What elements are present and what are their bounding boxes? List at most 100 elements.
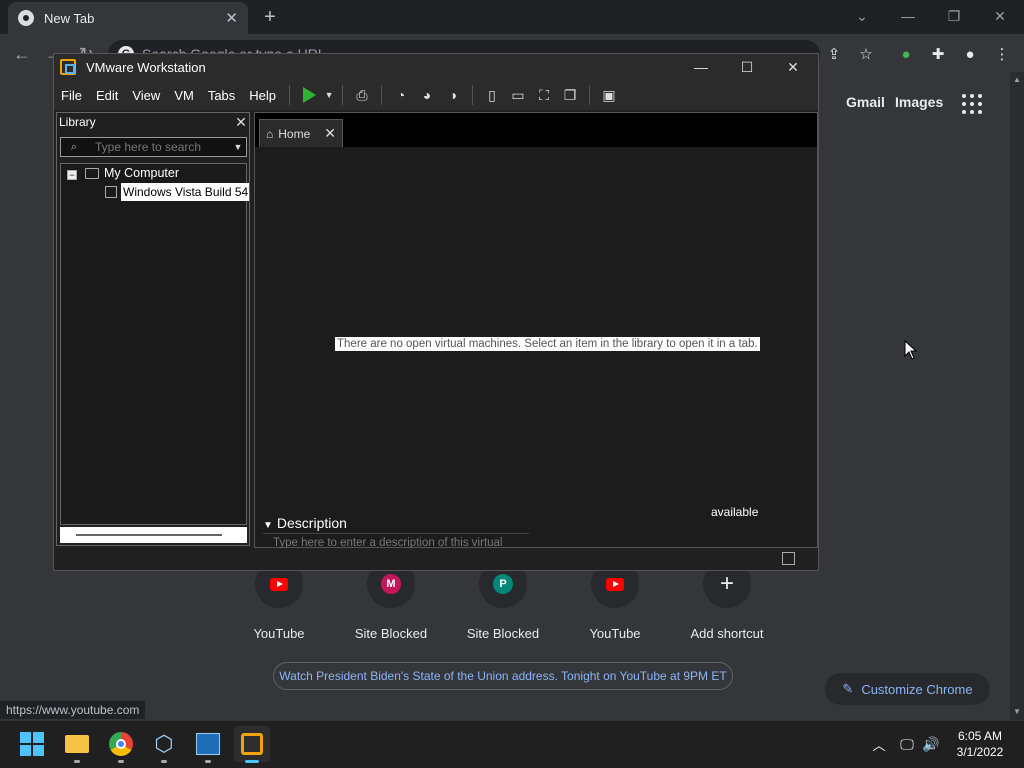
letter-m-icon: M — [381, 574, 401, 594]
tab-home[interactable]: ⌂ Home ✕ — [259, 119, 343, 147]
new-tab-plus-icon[interactable]: + — [258, 5, 282, 29]
thumbnail-bar-icon[interactable]: ▭ — [505, 83, 531, 107]
restore-icon[interactable]: ❐ — [934, 4, 974, 28]
vmware-close-icon[interactable]: ✕ — [770, 54, 816, 80]
show-library-icon[interactable]: ▯ — [479, 83, 505, 107]
shortcut-label: Add shortcut — [690, 626, 764, 641]
tray-clock[interactable]: 6:05 AM 3/1/2022 — [942, 728, 1018, 760]
vmware-window: VMware Workstation — ☐ ✕ File Edit View … — [53, 53, 819, 571]
taskbar-chrome[interactable] — [103, 726, 139, 763]
menu-view[interactable]: View — [125, 88, 167, 103]
shortcut-youtube-2[interactable]: YouTube — [559, 560, 671, 641]
promo-link[interactable]: Watch President Biden's State of the Uni… — [273, 662, 733, 690]
chrome-menu-kebab-icon[interactable]: ⋮ — [990, 42, 1014, 66]
share-icon[interactable]: ⇪ — [822, 42, 846, 66]
page-scrollbar[interactable] — [1010, 72, 1024, 720]
google-apps-grid-icon[interactable] — [962, 94, 982, 114]
power-on-play-icon[interactable] — [296, 83, 322, 107]
revert-snapshot-icon[interactable]: ◕ — [414, 83, 440, 107]
shortcut-youtube[interactable]: YouTube — [223, 560, 335, 641]
toolbar-separator — [289, 85, 291, 105]
scrollbar-thumb[interactable] — [76, 534, 222, 536]
home-icon: ⌂ — [266, 126, 274, 141]
youtube-icon — [270, 577, 288, 591]
start-button[interactable] — [14, 726, 50, 762]
message-log-icon[interactable] — [782, 552, 795, 565]
snapshot-manager-icon[interactable]: ◑ — [440, 83, 466, 107]
expand-triangle-icon: ▼ — [263, 520, 273, 531]
images-link[interactable]: Images — [895, 94, 943, 110]
vista-window-icon — [196, 733, 220, 755]
library-close-icon[interactable]: ✕ — [233, 113, 249, 131]
description-title: Description — [276, 515, 347, 531]
console-view-icon[interactable]: ▣ — [596, 83, 622, 107]
menu-tabs[interactable]: Tabs — [201, 88, 242, 103]
shortcut-site-blocked-p[interactable]: P Site Blocked — [447, 560, 559, 641]
volume-icon[interactable]: 🔊 — [921, 734, 941, 754]
toolbar-separator — [589, 85, 591, 105]
tree-collapse-icon[interactable]: − — [67, 170, 77, 180]
vmware-title: VMware Workstation — [86, 59, 206, 75]
mouse-cursor-icon — [904, 340, 918, 360]
library-horizontal-scrollbar[interactable] — [60, 527, 247, 543]
tree-item-my-computer[interactable]: My Computer — [104, 166, 179, 180]
shortcut-label: YouTube — [589, 626, 641, 641]
vmware-taskbar-icon — [241, 733, 263, 755]
gmail-link[interactable]: Gmail — [846, 94, 885, 110]
back-arrow-icon[interactable]: ← — [10, 42, 34, 66]
taskbar-vista-app[interactable] — [190, 726, 226, 763]
library-search-input[interactable]: Type here to search — [60, 137, 247, 157]
taskbar-file-explorer[interactable] — [59, 726, 95, 763]
snapshot-icon[interactable]: ◔ — [388, 83, 414, 107]
scroll-down-icon[interactable]: ▼ — [1010, 704, 1024, 718]
profile-avatar-icon[interactable]: ● — [958, 42, 982, 66]
menu-help[interactable]: Help — [242, 88, 283, 103]
scroll-up-icon[interactable]: ▲ — [1010, 72, 1024, 86]
clock-date: 3/1/2022 — [956, 745, 1004, 759]
menu-edit[interactable]: Edit — [89, 88, 125, 103]
send-ctrl-alt-del-icon[interactable]: ⎙ — [349, 83, 375, 107]
tab-title: New Tab — [44, 10, 95, 26]
unity-icon[interactable]: ❐ — [557, 83, 583, 107]
shortcut-label: Site Blocked — [354, 626, 428, 641]
vmware-tab-bar: ⌂ Home ✕ — [255, 113, 817, 147]
running-indicator — [161, 760, 167, 763]
tab-close-icon[interactable]: ✕ — [225, 9, 238, 27]
menu-file[interactable]: File — [54, 88, 89, 103]
minimize-icon[interactable]: — — [888, 4, 928, 28]
network-icon[interactable]: 🖵 — [897, 734, 917, 754]
extension-circle-icon[interactable]: ● — [894, 42, 918, 66]
search-icon: ⌕ — [70, 140, 78, 153]
close-window-icon[interactable]: ✕ — [980, 4, 1020, 28]
taskbar-vmware[interactable] — [234, 726, 270, 763]
bookmark-star-icon[interactable]: ☆ — [854, 42, 878, 66]
library-pane: Library ✕ Type here to search ⌕ ▼ − My C… — [56, 112, 250, 546]
shortcut-label: YouTube — [253, 626, 305, 641]
full-screen-icon[interactable]: ⛶ — [531, 83, 557, 107]
extensions-puzzle-icon[interactable]: ✚ — [926, 42, 950, 66]
menu-vm[interactable]: VM — [167, 88, 201, 103]
tab-new-tab[interactable]: New Tab ✕ — [8, 2, 248, 34]
play-dropdown-icon[interactable]: ▼ — [322, 83, 336, 107]
shortcut-site-blocked-m[interactable]: M Site Blocked — [335, 560, 447, 641]
vmware-minimize-icon[interactable]: — — [678, 54, 724, 80]
vmware-maximize-icon[interactable]: ☐ — [724, 54, 770, 80]
status-url: https://www.youtube.com — [0, 701, 146, 719]
taskbar-virtualbox[interactable]: ⬡ — [146, 726, 182, 763]
chrome-favicon-icon — [18, 10, 34, 26]
tab-search-chevron-icon[interactable]: ⌄ — [842, 4, 882, 28]
active-indicator — [245, 760, 259, 763]
windows-logo-icon — [20, 732, 44, 756]
library-title: Library — [59, 115, 96, 129]
tree-item-vm[interactable]: Windows Vista Build 5472 — [121, 183, 249, 201]
search-dropdown-icon[interactable]: ▼ — [233, 141, 243, 153]
shortcut-add[interactable]: + Add shortcut — [671, 560, 783, 641]
customize-chrome-button[interactable]: ✎ Customize Chrome — [825, 673, 990, 705]
tray-chevron-up-icon[interactable]: ︿ — [870, 734, 888, 754]
toolbar-separator — [472, 85, 474, 105]
home-tab-close-icon[interactable]: ✕ — [324, 125, 336, 142]
vmware-logo-icon — [60, 59, 76, 75]
library-tree: − My Computer Windows Vista Build 5472 — [60, 163, 249, 525]
computer-icon — [85, 168, 99, 179]
description-header[interactable]: ▼ Description — [263, 515, 347, 531]
